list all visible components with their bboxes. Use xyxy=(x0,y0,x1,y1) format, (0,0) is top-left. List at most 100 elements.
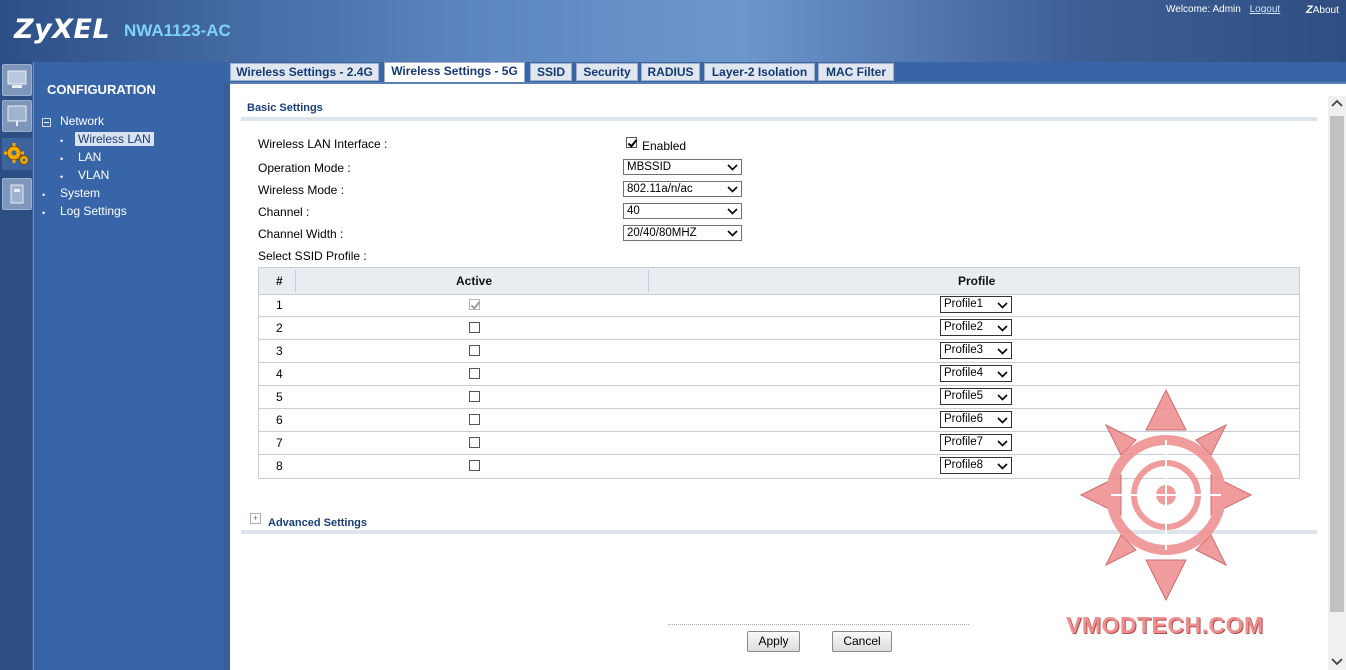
channel-width-label: Channel Width : xyxy=(258,227,344,241)
row-profile-select[interactable]: Profile7 xyxy=(940,434,1012,451)
app-header: ZyXEL NWA1123-AC Welcome: Admin Logout Z… xyxy=(0,0,1346,62)
tab-radius[interactable]: RADIUS xyxy=(641,63,700,81)
wireless-interface-label: Wireless LAN Interface : xyxy=(258,137,388,151)
column-header-profile: Profile xyxy=(958,274,996,288)
table-row: 4 Profile4 xyxy=(259,363,1299,386)
wireless-mode-select[interactable]: 802.11a/n/ac xyxy=(623,181,742,197)
welcome-text: Welcome: Admin xyxy=(1166,4,1241,15)
nav-item-system[interactable]: System xyxy=(60,186,100,200)
collapse-icon[interactable] xyxy=(42,118,51,127)
section-divider xyxy=(241,117,1317,121)
row-number: 3 xyxy=(276,344,283,358)
chevron-down-icon xyxy=(997,394,1008,401)
chevron-down-icon xyxy=(727,230,738,237)
row-active-checkbox[interactable] xyxy=(469,391,480,402)
bullet-icon: • xyxy=(60,136,64,146)
nav-item-vlan[interactable]: VLAN xyxy=(78,168,109,182)
chevron-down-icon xyxy=(997,371,1008,378)
table-row: 3 Profile3 xyxy=(259,340,1299,363)
row-active-checkbox[interactable] xyxy=(469,368,480,379)
basic-settings-title: Basic Settings xyxy=(247,102,323,114)
row-profile-select[interactable]: Profile5 xyxy=(940,388,1012,405)
advanced-settings-title[interactable]: Advanced Settings xyxy=(268,517,367,529)
row-number: 2 xyxy=(276,321,283,335)
chevron-down-icon xyxy=(997,440,1008,447)
bullet-icon: • xyxy=(42,208,46,218)
column-separator xyxy=(648,270,649,292)
tab-bar: Wireless Settings - 2.4G Wireless Settin… xyxy=(224,62,1346,83)
nav-item-wireless-lan[interactable]: Wireless LAN xyxy=(75,132,154,146)
row-profile-value: Profile2 xyxy=(944,321,983,333)
zyxel-z-icon: Z xyxy=(1306,4,1313,16)
about-link[interactable]: ZAbout xyxy=(1306,4,1339,16)
chevron-down-icon xyxy=(997,463,1008,470)
channel-label: Channel : xyxy=(258,205,310,219)
expand-plus-icon[interactable]: + xyxy=(250,513,261,524)
column-separator xyxy=(295,270,296,292)
channel-width-select[interactable]: 20/40/80MHZ xyxy=(623,225,742,241)
chevron-down-icon xyxy=(997,302,1008,309)
tab-layer2-isolation[interactable]: Layer-2 Isolation xyxy=(704,63,815,81)
ssid-profile-label: Select SSID Profile : xyxy=(258,249,367,263)
tab-wireless-24g[interactable]: Wireless Settings - 2.4G xyxy=(230,63,379,81)
row-profile-select[interactable]: Profile8 xyxy=(940,457,1012,474)
tab-mac-filter[interactable]: MAC Filter xyxy=(818,63,894,81)
column-header-number: # xyxy=(276,274,283,288)
row-profile-select[interactable]: Profile3 xyxy=(940,342,1012,359)
row-number: 8 xyxy=(276,459,283,473)
chevron-down-icon xyxy=(727,164,738,171)
cancel-button[interactable]: Cancel xyxy=(832,631,892,652)
row-active-checkbox[interactable] xyxy=(469,414,480,425)
row-profile-select[interactable]: Profile1 xyxy=(940,296,1012,313)
logout-link[interactable]: Logout xyxy=(1250,4,1281,15)
row-active-checkbox[interactable] xyxy=(469,345,480,356)
scrollbar-thumb[interactable] xyxy=(1330,116,1344,612)
tab-security[interactable]: Security xyxy=(576,63,638,81)
operation-mode-label: Operation Mode : xyxy=(258,161,351,175)
row-active-checkbox[interactable] xyxy=(469,437,480,448)
welcome-area: Welcome: Admin Logout xyxy=(1166,4,1280,15)
row-profile-value: Profile8 xyxy=(944,459,983,471)
dashboard-icon[interactable] xyxy=(2,64,32,96)
scroll-up-icon[interactable] xyxy=(1331,99,1343,109)
bullet-icon: • xyxy=(60,172,64,182)
channel-select[interactable]: 40 xyxy=(623,203,742,219)
watermark-emblem-icon xyxy=(1079,388,1253,602)
row-active-checkbox[interactable] xyxy=(469,322,480,333)
channel-value: 40 xyxy=(627,205,640,217)
watermark-text: VMODTECH.COM xyxy=(1066,612,1264,638)
configuration-gear-icon[interactable] xyxy=(2,138,32,170)
scroll-down-icon[interactable] xyxy=(1331,656,1343,666)
vertical-scrollbar[interactable] xyxy=(1328,96,1346,670)
row-number: 1 xyxy=(276,298,283,312)
about-label: About xyxy=(1312,5,1339,16)
row-profile-select[interactable]: Profile4 xyxy=(940,365,1012,382)
tab-ssid[interactable]: SSID xyxy=(530,63,572,81)
tab-wireless-5g[interactable]: Wireless Settings - 5G xyxy=(384,62,525,83)
enabled-label: Enabled xyxy=(642,139,687,153)
apply-button[interactable]: Apply xyxy=(747,631,800,652)
maintenance-icon[interactable] xyxy=(2,178,32,210)
wireless-mode-value: 802.11a/n/ac xyxy=(627,183,693,195)
row-number: 7 xyxy=(276,436,283,450)
interface-enabled-checkbox[interactable] xyxy=(626,137,637,148)
nav-item-network[interactable]: Network xyxy=(60,114,104,128)
side-icon-strip xyxy=(0,62,32,670)
row-profile-value: Profile3 xyxy=(944,344,983,356)
row-number: 4 xyxy=(276,367,283,381)
row-profile-select[interactable]: Profile6 xyxy=(940,411,1012,428)
row-profile-select[interactable]: Profile2 xyxy=(940,319,1012,336)
row-active-checkbox xyxy=(469,299,480,310)
table-row: 2 Profile2 xyxy=(259,317,1299,340)
row-active-checkbox[interactable] xyxy=(469,460,480,471)
operation-mode-select[interactable]: MBSSID xyxy=(623,159,742,175)
row-profile-value: Profile7 xyxy=(944,436,983,448)
model-name: NWA1123-AC xyxy=(124,21,231,40)
monitor-icon[interactable] xyxy=(2,100,32,132)
row-number: 5 xyxy=(276,390,283,404)
table-row: 1 Profile1 xyxy=(259,294,1299,317)
bullet-icon: • xyxy=(42,190,46,200)
nav-item-log-settings[interactable]: Log Settings xyxy=(60,204,127,218)
wireless-mode-label: Wireless Mode : xyxy=(258,183,345,197)
nav-item-lan[interactable]: LAN xyxy=(78,150,101,164)
